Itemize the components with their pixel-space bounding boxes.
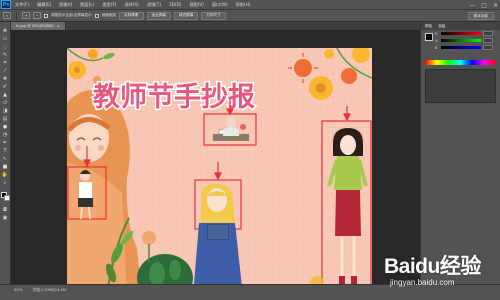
print-size-button[interactable]: 打印尺寸 <box>201 11 226 20</box>
menu-help[interactable]: 帮助(H) <box>232 2 255 8</box>
path-select-tool-icon[interactable]: ↖ <box>1 156 9 162</box>
healing-tool-icon[interactable]: ✚ <box>1 76 9 82</box>
tab-swatches[interactable]: 色板 <box>438 24 445 29</box>
document-tab-bar <box>11 22 420 30</box>
color-panel-header: 颜色 色板 <box>421 22 500 30</box>
actual-pixels-button[interactable]: 实际像素 <box>119 11 144 20</box>
color-spectrum-bar[interactable] <box>425 60 496 65</box>
crop-tool-icon[interactable]: ⌗ <box>1 60 9 66</box>
green-label: G <box>435 38 438 43</box>
document-canvas[interactable]: 教师节手抄报 教师节手抄报 <box>67 48 372 296</box>
menu-layer[interactable]: 图层(L) <box>76 2 98 8</box>
document-size-info: 文档:2.05M/24.2M <box>32 287 67 292</box>
watermark-logo: Baidu经验 <box>384 255 481 278</box>
resize-windows-label: 调整显示全部/全屏幕显示 <box>51 13 92 17</box>
menu-bar: Ps 文件(F) 编辑(E) 图像(I) 图层(L) 类型(Y) 选择(S) 滤… <box>0 0 500 10</box>
tab-color[interactable]: 颜色 <box>425 24 432 29</box>
blue-value-field[interactable] <box>483 45 493 50</box>
color-sliders: R G B <box>421 30 500 54</box>
type-tool-icon[interactable]: T <box>1 148 9 154</box>
gradient-tool-icon[interactable]: ▤ <box>1 116 9 122</box>
options-bar: ⌕ + − 调整显示全部/全屏幕显示 细微缩放 实际像素 适合屏幕 填充屏幕 打… <box>0 10 500 22</box>
history-brush-icon[interactable]: ↺ <box>1 100 9 106</box>
baidu-jingyan-watermark: Baidu经验 jingyan.baidu.com <box>384 248 496 294</box>
tab-close-icon[interactable]: × <box>57 24 60 28</box>
photoshop-logo: Ps <box>1 0 11 9</box>
tools-panel: ✥ ▭ ◌ ✎ ⌗ ⁄ ✚ ✐ ▲ ↺ ◨ ▤ ● ◔ ✒ T ↖ ■ ✋ ⌕ … <box>0 22 11 284</box>
menu-view[interactable]: 视图(V) <box>185 2 208 8</box>
screen-mode-icon[interactable]: ▣ <box>1 215 9 221</box>
swatches-area[interactable] <box>425 69 496 103</box>
blue-label: B <box>435 45 438 50</box>
maximize-icon[interactable]: □ <box>481 2 487 9</box>
minimize-icon[interactable]: — <box>469 2 475 9</box>
zoom-tool-icon[interactable]: ⌕ <box>1 180 9 186</box>
menu-select[interactable]: 选择(S) <box>120 2 142 8</box>
background-color[interactable] <box>3 195 10 201</box>
menu-image[interactable]: 图像(I) <box>55 2 76 8</box>
pen-tool-icon[interactable]: ✒ <box>1 140 9 146</box>
blue-slider-track[interactable] <box>441 46 481 49</box>
eyedropper-tool-icon[interactable]: ⁄ <box>1 68 9 74</box>
scrubby-zoom-checkbox[interactable] <box>94 13 99 18</box>
lasso-tool-icon[interactable]: ◌ <box>1 44 9 50</box>
shape-tool-icon[interactable]: ■ <box>1 164 9 170</box>
poster-title: 教师节手抄报 <box>93 82 255 113</box>
watermark-url: jingyan.baidu.com <box>390 278 455 287</box>
quick-select-tool-icon[interactable]: ✎ <box>1 52 9 58</box>
red-label: R <box>435 31 438 36</box>
green-slider-track[interactable] <box>441 39 481 42</box>
move-tool-icon[interactable]: ✥ <box>1 28 9 34</box>
fit-screen-button[interactable]: 适合屏幕 <box>146 11 171 20</box>
dodge-tool-icon[interactable]: ◔ <box>1 132 9 138</box>
menu-type[interactable]: 类型(Y) <box>98 2 120 8</box>
quick-mask-icon[interactable]: ◘ <box>1 207 9 213</box>
resize-windows-checkbox[interactable] <box>44 13 48 18</box>
zoom-level[interactable]: 25% <box>14 287 22 292</box>
scrubby-zoom-label: 细微缩放 <box>101 13 117 17</box>
canvas-area[interactable]: 教师节手抄报 教师节手抄报 <box>11 30 420 296</box>
zoom-out-icon[interactable]: − <box>33 12 41 19</box>
brush-tool-icon[interactable]: ✐ <box>1 84 9 90</box>
blur-tool-icon[interactable]: ● <box>1 124 9 130</box>
menu-file[interactable]: 文件(F) <box>11 2 33 8</box>
close-icon[interactable]: ✕ <box>493 2 498 9</box>
stamp-tool-icon[interactable]: ▲ <box>1 92 9 98</box>
workspace-switcher[interactable]: 基本功能 <box>467 12 494 20</box>
menu-edit[interactable]: 编辑(E) <box>33 2 55 8</box>
document-tab[interactable]: fc.jpg @ 25%(RGB/8) × <box>11 22 66 30</box>
red-value-field[interactable] <box>483 31 493 36</box>
zoom-tool-icon[interactable]: ⌕ <box>3 12 11 19</box>
fill-screen-button[interactable]: 填充屏幕 <box>173 11 199 20</box>
divider <box>16 11 17 20</box>
menu-window[interactable]: 窗口(W) <box>208 2 232 8</box>
slider-blue[interactable]: B <box>421 44 500 51</box>
eraser-tool-icon[interactable]: ◨ <box>1 108 9 114</box>
hand-tool-icon[interactable]: ✋ <box>1 172 9 178</box>
menu-3d[interactable]: 3D(D) <box>165 2 185 7</box>
marquee-tool-icon[interactable]: ▭ <box>1 36 9 42</box>
right-panels: 颜色 色板 R G B <box>420 22 500 284</box>
menu-filter[interactable]: 滤镜(T) <box>143 2 165 8</box>
foreground-color-chip[interactable] <box>425 33 433 41</box>
green-value-field[interactable] <box>483 38 493 43</box>
zoom-in-icon[interactable]: + <box>22 12 30 19</box>
document-tab-title: fc.jpg @ 25%(RGB/8) <box>16 24 54 28</box>
red-slider-track[interactable] <box>441 32 481 35</box>
color-swatch-picker[interactable] <box>0 192 10 201</box>
poster-artwork: 教师节手抄报 教师节手抄报 <box>67 48 372 296</box>
